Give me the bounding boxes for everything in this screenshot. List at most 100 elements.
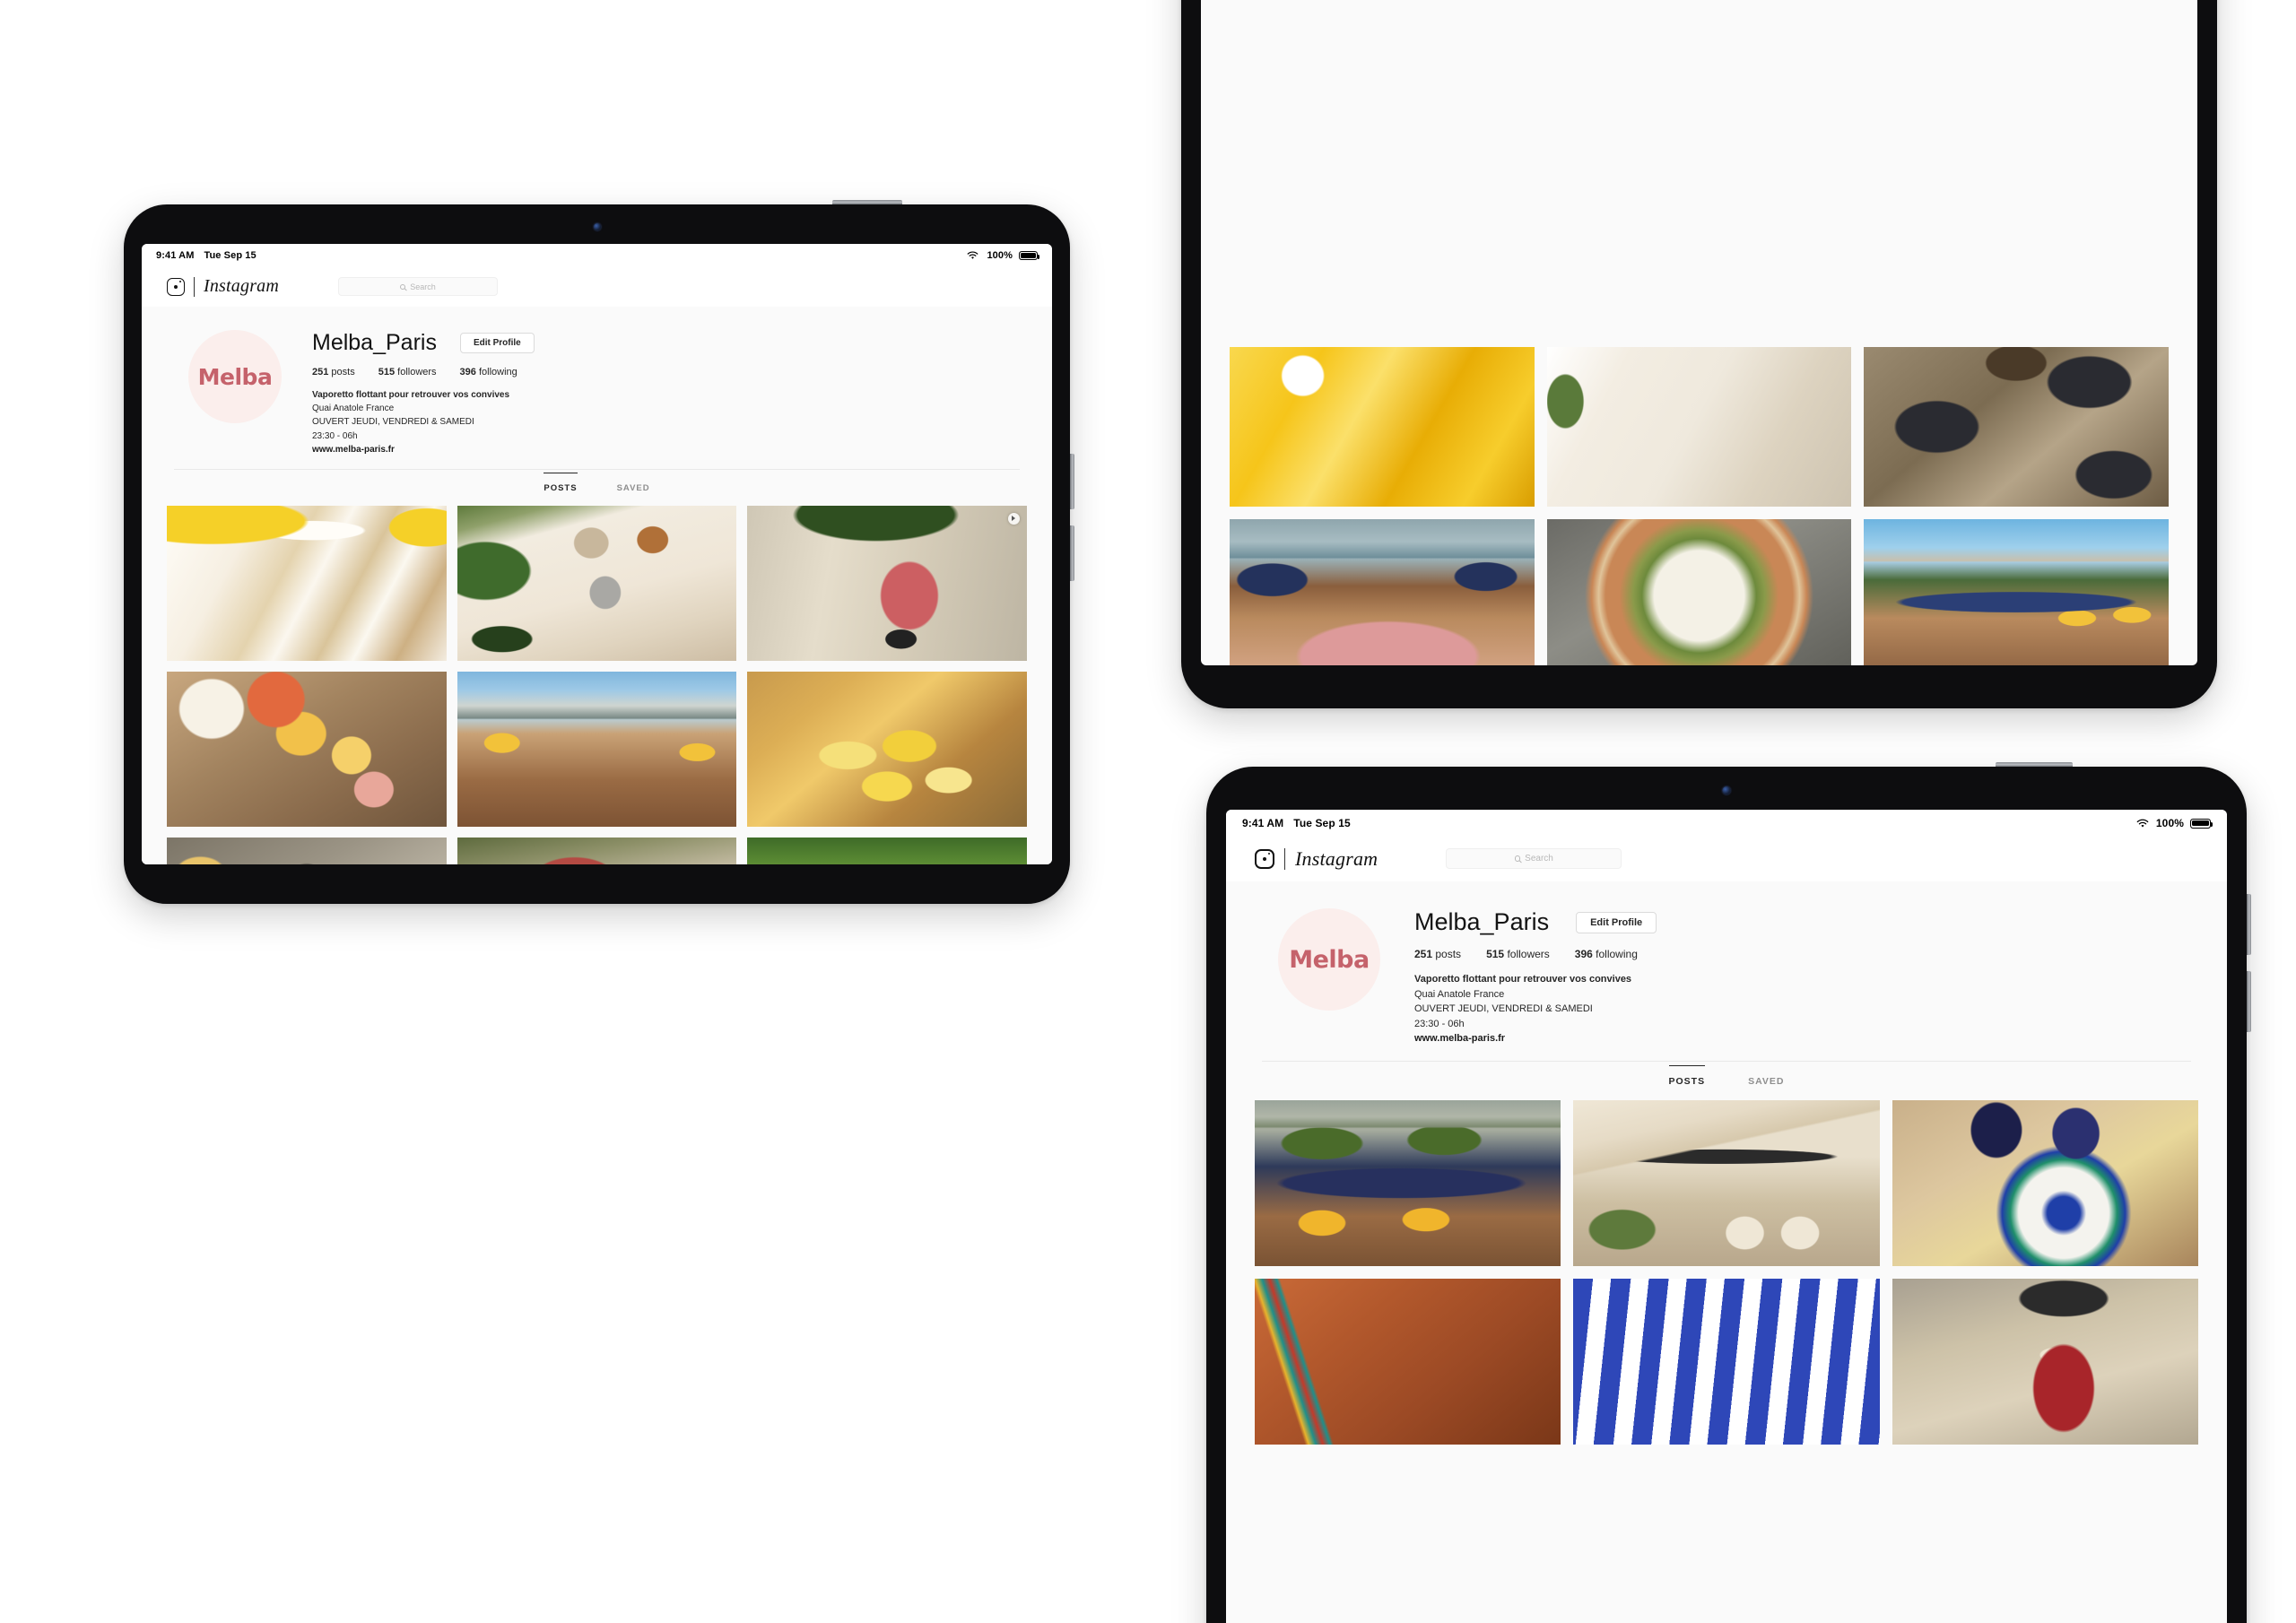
grid-cell[interactable] xyxy=(1546,519,1852,665)
search-icon xyxy=(1514,855,1521,862)
grid-cell[interactable] xyxy=(1892,1099,2198,1266)
profile-header: Melba Melba_Paris Edit Profile 251 posts… xyxy=(167,307,1027,469)
grid-cell[interactable] xyxy=(1255,1099,1561,1266)
logo-divider xyxy=(1284,847,1285,870)
bio-line-0: Vaporetto flottant pour retrouver vos co… xyxy=(1414,974,1632,985)
wifi-icon xyxy=(2136,819,2150,829)
grid-cell[interactable] xyxy=(457,837,737,864)
status-bar: 9:41 AM Tue Sep 15 100% xyxy=(142,244,1052,267)
bio-website-link[interactable]: www.melba-paris.fr xyxy=(312,443,1020,456)
username-row: Melba_Paris Edit Profile xyxy=(312,330,1020,356)
search-icon xyxy=(400,283,406,290)
screen-top-right-tablet xyxy=(1201,0,2197,665)
battery-percent: 100% xyxy=(2155,817,2184,829)
grid-cell[interactable] xyxy=(1230,347,1535,507)
grid-cell[interactable] xyxy=(1573,1099,1880,1266)
wifi-icon xyxy=(967,251,980,261)
multi-photo-icon xyxy=(1007,512,1020,525)
profile-tabs: POSTS SAVED xyxy=(1255,1062,2198,1100)
status-time: 9:41 AM xyxy=(156,250,195,261)
search-input[interactable]: Search xyxy=(338,277,499,296)
grid-cell[interactable] xyxy=(167,837,447,864)
grid-cell[interactable] xyxy=(1546,347,1852,507)
stat-followers[interactable]: 515 followers xyxy=(1486,948,1550,960)
profile-bio: Vaporetto flottant pour retrouver vos co… xyxy=(312,388,1020,456)
screen-bottom-right-tablet: 9:41 AM Tue Sep 15 100% Instagram Search… xyxy=(1226,810,2227,1623)
instagram-navbar: Instagram Search xyxy=(1226,837,2227,881)
grid-cell[interactable] xyxy=(747,505,1027,661)
grid-cell[interactable] xyxy=(167,671,447,827)
profile-meta: Melba_Paris Edit Profile 251 posts 515 f… xyxy=(312,330,1020,456)
stat-followers[interactable]: 515 followers xyxy=(378,367,437,378)
grid-cell[interactable] xyxy=(1230,519,1535,665)
profile-stats: 251 posts 515 followers 396 following xyxy=(1414,948,2191,960)
tab-posts[interactable]: POSTS xyxy=(544,472,578,493)
bio-line-3: 23:30 - 06h xyxy=(1414,1018,1465,1029)
cropped-header-spacer xyxy=(1230,0,2169,347)
grid-cell[interactable] xyxy=(1573,1278,1880,1445)
bio-line-1: Quai Anatole France xyxy=(312,404,395,414)
front-camera-left-tablet xyxy=(593,223,601,230)
search-input[interactable]: Search xyxy=(1446,848,1622,869)
grid-cell[interactable] xyxy=(1255,1278,1561,1445)
search-placeholder: Search xyxy=(410,282,436,291)
bio-line-2: OUVERT JEUDI, VENDREDI & SAMEDI xyxy=(312,417,474,428)
photo-grid-bottom-right xyxy=(1255,1099,2198,1445)
stat-posts[interactable]: 251 posts xyxy=(312,367,355,378)
grid-cell[interactable] xyxy=(1864,347,2169,507)
stat-posts[interactable]: 251 posts xyxy=(1414,948,1461,960)
profile-page: Melba Melba_Paris Edit Profile 251 posts… xyxy=(142,307,1052,864)
avatar[interactable]: Melba xyxy=(188,330,282,423)
grid-cell[interactable] xyxy=(747,837,1027,864)
volume-down-left-tablet[interactable] xyxy=(1070,525,1074,581)
power-button-bottom-right-tablet[interactable] xyxy=(1996,762,2073,767)
edit-profile-button[interactable]: Edit Profile xyxy=(459,333,535,353)
tab-saved[interactable]: SAVED xyxy=(617,483,650,493)
profile-header: Melba Melba_Paris Edit Profile 251 posts… xyxy=(1255,881,2198,1061)
canvas: 9:41 AM Tue Sep 15 100% Instagram Search… xyxy=(0,0,2296,1623)
tab-saved[interactable]: SAVED xyxy=(1748,1076,1784,1087)
power-button-left-tablet[interactable] xyxy=(832,200,902,204)
page-title: Melba_Paris xyxy=(1414,908,1550,935)
profile-stats: 251 posts 515 followers 396 following xyxy=(312,367,1020,378)
profile-page-cropped xyxy=(1201,0,2197,665)
status-date: Tue Sep 15 xyxy=(204,250,257,261)
battery-full-icon xyxy=(2190,818,2213,829)
instagram-wordmark: Instagram xyxy=(1295,846,1378,870)
instagram-wordmark: Instagram xyxy=(204,276,280,296)
battery-percent: 100% xyxy=(987,250,1013,261)
volume-up-left-tablet[interactable] xyxy=(1070,454,1074,509)
stat-following[interactable]: 396 following xyxy=(1575,948,1638,960)
tablet-left: 9:41 AM Tue Sep 15 100% Instagram Search… xyxy=(120,200,1074,907)
volume-up-bottom-right-tablet[interactable] xyxy=(2247,894,2251,955)
logo-divider xyxy=(194,276,195,297)
avatar-logo-text: Melba xyxy=(1289,945,1370,974)
instagram-logo[interactable]: Instagram xyxy=(1255,847,1378,871)
photo-grid-top-right xyxy=(1230,347,2169,665)
front-camera-bottom-right-tablet xyxy=(1722,786,1731,794)
grid-cell[interactable] xyxy=(1864,519,2169,665)
tablet-top-right xyxy=(1178,0,2221,712)
grid-cell[interactable] xyxy=(167,505,447,661)
tablet-bottom-right: 9:41 AM Tue Sep 15 100% Instagram Search… xyxy=(1203,762,2251,1623)
status-bar: 9:41 AM Tue Sep 15 100% xyxy=(1226,810,2227,837)
instagram-camera-icon xyxy=(167,277,185,296)
instagram-logo[interactable]: Instagram xyxy=(167,276,279,297)
stat-following[interactable]: 396 following xyxy=(460,367,517,378)
grid-cell[interactable] xyxy=(457,505,737,661)
tab-posts[interactable]: POSTS xyxy=(1668,1064,1706,1087)
grid-cell[interactable] xyxy=(1892,1278,2198,1445)
status-date: Tue Sep 15 xyxy=(1293,817,1351,829)
bio-website-link[interactable]: www.melba-paris.fr xyxy=(1414,1031,2191,1046)
avatar[interactable]: Melba xyxy=(1278,908,1380,1011)
avatar-logo-text: Melba xyxy=(197,363,273,390)
profile-page: Melba Melba_Paris Edit Profile 251 posts… xyxy=(1226,881,2227,1623)
volume-down-bottom-right-tablet[interactable] xyxy=(2247,971,2251,1032)
grid-cell[interactable] xyxy=(747,671,1027,827)
grid-cell[interactable] xyxy=(457,671,737,827)
photo-grid-left xyxy=(167,505,1027,864)
search-placeholder: Search xyxy=(1525,854,1553,864)
bio-line-2: OUVERT JEUDI, VENDREDI & SAMEDI xyxy=(1414,1003,1593,1014)
profile-meta: Melba_Paris Edit Profile 251 posts 515 f… xyxy=(1414,908,2191,1046)
edit-profile-button[interactable]: Edit Profile xyxy=(1576,911,1657,933)
